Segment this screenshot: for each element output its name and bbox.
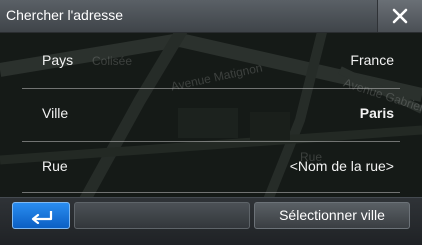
divider xyxy=(22,192,400,193)
close-icon xyxy=(392,8,408,24)
dialog-title-bar: Chercher l'adresse xyxy=(0,0,422,33)
street-label: Rue xyxy=(42,158,68,174)
bottom-toolbar: Sélectionner ville xyxy=(0,197,422,245)
back-button[interactable] xyxy=(12,202,70,229)
address-search-screen: Colisée Avenue Matignon Avenue Gabriel R… xyxy=(0,0,422,245)
country-row[interactable]: Pays France xyxy=(22,37,400,87)
divider xyxy=(22,141,400,142)
city-value: Paris xyxy=(359,105,394,121)
select-city-button[interactable]: Sélectionner ville xyxy=(254,202,410,229)
city-row[interactable]: Ville Paris xyxy=(22,90,400,140)
divider xyxy=(22,88,400,89)
country-label: Pays xyxy=(42,52,74,68)
street-row[interactable]: Rue <Nom de la rue> xyxy=(22,143,400,193)
dialog-title: Chercher l'adresse xyxy=(6,7,124,23)
city-label: Ville xyxy=(42,105,69,121)
country-value: France xyxy=(350,52,394,68)
street-value: <Nom de la rue> xyxy=(289,158,394,174)
empty-toolbar-slot xyxy=(74,202,250,229)
back-arrow-icon xyxy=(31,211,53,224)
close-button[interactable] xyxy=(377,0,422,32)
